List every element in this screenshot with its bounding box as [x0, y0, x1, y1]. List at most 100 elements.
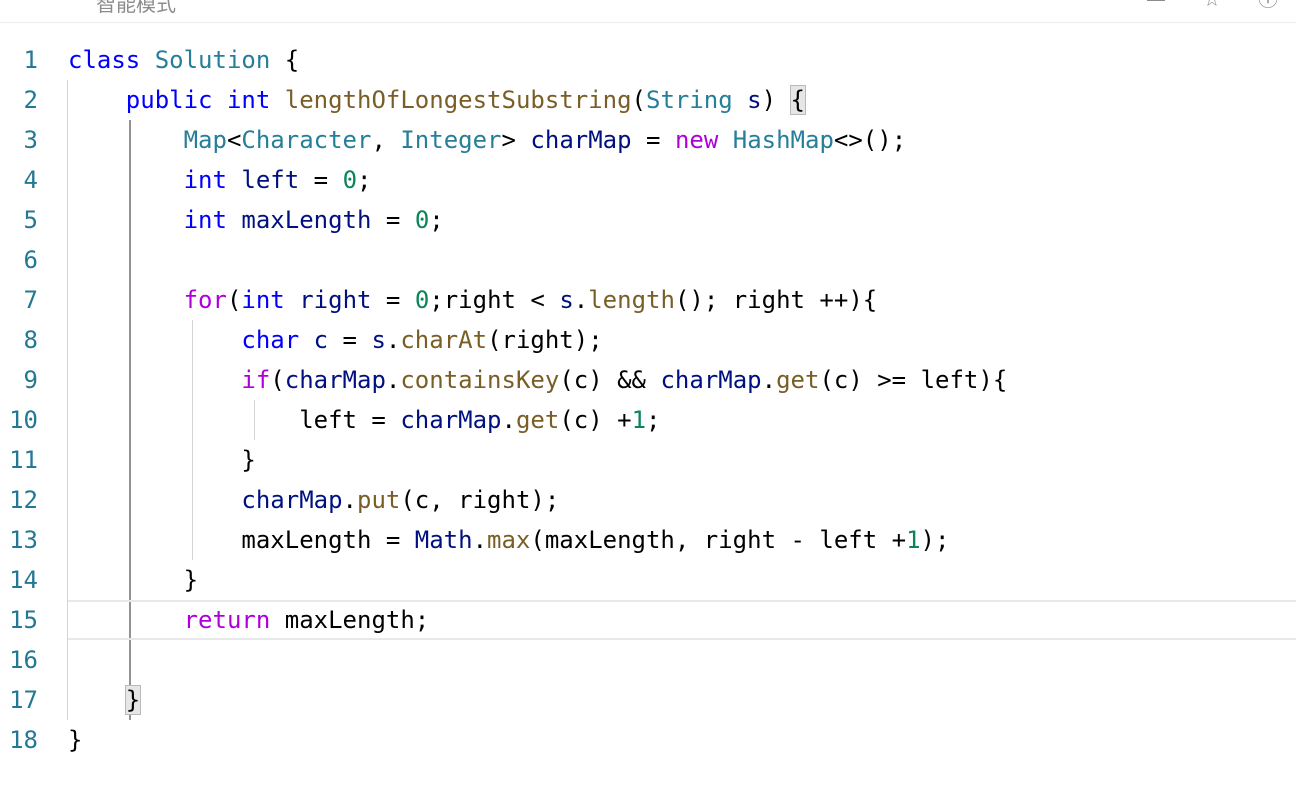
editor-top-bar: 智能模式 — ☆ ⓘ	[0, 0, 1296, 23]
code-token: <	[226, 126, 242, 154]
code-text: int left = 0;	[68, 160, 372, 200]
code-line[interactable]: 4 int left = 0;	[0, 160, 1296, 200]
code-line[interactable]: 14 }	[0, 560, 1296, 600]
code-token: =	[371, 206, 415, 234]
code-token: (right);	[487, 326, 603, 354]
code-line[interactable]: 17 }	[0, 680, 1296, 720]
code-token: }	[68, 446, 256, 474]
code-text: class Solution {	[68, 40, 299, 80]
line-number: 1	[23, 46, 38, 74]
code-line[interactable]: 9 if(charMap.containsKey(c) && charMap.g…	[0, 360, 1296, 400]
line-number: 4	[23, 166, 38, 194]
code-token: containsKey	[400, 366, 560, 394]
code-token: 0	[414, 206, 430, 234]
code-text: }	[68, 720, 82, 760]
code-line[interactable]: 16	[0, 640, 1296, 680]
code-token: charMap	[660, 366, 762, 394]
line-number: 2	[23, 86, 38, 114]
code-token: =	[631, 126, 675, 154]
code-token: get	[515, 406, 560, 434]
code-token: ;	[429, 206, 444, 234]
code-line[interactable]: 13 maxLength = Math.max(maxLength, right…	[0, 520, 1296, 560]
code-token: <>();	[833, 126, 907, 154]
code-line[interactable]: 18}	[0, 720, 1296, 760]
code-token: .	[472, 526, 488, 554]
code-token: .	[573, 286, 589, 314]
code-token: {	[270, 46, 300, 74]
line-number: 15	[9, 606, 38, 634]
code-token: .	[385, 326, 401, 354]
code-token: .	[342, 486, 357, 514]
code-text: return maxLength;	[68, 602, 430, 638]
code-token: Map	[183, 126, 227, 154]
line-number: 7	[23, 286, 38, 314]
line-number: 11	[9, 446, 38, 474]
code-token: right	[299, 286, 372, 314]
code-line[interactable]: 5 int maxLength = 0;	[0, 200, 1296, 240]
code-line[interactable]: 3 Map<Character, Integer> charMap = new …	[0, 120, 1296, 160]
code-token: >	[501, 126, 531, 154]
code-token: }	[68, 566, 199, 594]
code-token: ;right <	[429, 286, 560, 314]
code-token: (	[270, 366, 285, 394]
info-icon[interactable]: ⓘ	[1258, 0, 1278, 9]
line-number: 16	[9, 646, 38, 674]
matched-bracket: {	[789, 85, 807, 115]
code-token: charMap	[241, 486, 343, 514]
code-line[interactable]: 1 class Solution {	[0, 40, 1296, 80]
code-text: left = charMap.get(c) +1;	[68, 400, 660, 440]
code-text: maxLength = Math.max(maxLength, right - …	[68, 520, 949, 560]
code-token: );	[920, 526, 950, 554]
code-token: left	[241, 166, 300, 194]
code-line[interactable]: 12 charMap.put(c, right);	[0, 480, 1296, 520]
code-token: get	[776, 366, 820, 394]
code-editor[interactable]: 1 class Solution {2 public int lengthOfLo…	[0, 40, 1296, 780]
line-number: 17	[9, 686, 38, 714]
minimize-icon[interactable]: —	[1146, 0, 1166, 9]
line-number: 8	[23, 326, 38, 354]
code-token: .	[761, 366, 777, 394]
code-token: Solution	[154, 46, 271, 74]
code-line[interactable]: 10 left = charMap.get(c) +1;	[0, 400, 1296, 440]
code-token: charMap	[400, 406, 502, 434]
code-token: 0	[414, 286, 430, 314]
code-line[interactable]: 8 char c = s.charAt(right);	[0, 320, 1296, 360]
code-token: Math	[414, 526, 473, 554]
code-line[interactable]: 2 public int lengthOfLongestSubstring(St…	[0, 80, 1296, 120]
code-token: maxLength;	[270, 606, 430, 634]
code-line[interactable]: 7 for(int right = 0;right < s.length(); …	[0, 280, 1296, 320]
code-token: charAt	[400, 326, 488, 354]
line-number: 14	[9, 566, 38, 594]
code-line[interactable]: 6	[0, 240, 1296, 280]
editor-mode-label[interactable]: 智能模式	[96, 0, 176, 17]
code-text: for(int right = 0;right < s.length(); ri…	[68, 280, 878, 320]
code-token: (c) &&	[559, 366, 661, 394]
code-token: int	[183, 166, 227, 194]
code-token: left =	[68, 406, 401, 434]
code-line[interactable]: 11 }	[0, 440, 1296, 480]
code-token: ;	[646, 406, 661, 434]
code-token: int	[226, 86, 271, 114]
code-line[interactable]: 15 return maxLength;	[9, 600, 1296, 640]
code-token: )	[761, 86, 791, 114]
code-token: put	[357, 486, 401, 514]
star-icon[interactable]: ☆	[1202, 0, 1222, 9]
code-token: return	[183, 606, 271, 634]
code-token: class	[68, 46, 141, 74]
code-token: charMap	[530, 126, 632, 154]
code-token: =	[299, 166, 343, 194]
code-token: }	[68, 726, 83, 754]
code-text: }	[68, 680, 142, 720]
code-token: (); right ++){	[674, 286, 878, 314]
code-token: for	[183, 286, 227, 314]
